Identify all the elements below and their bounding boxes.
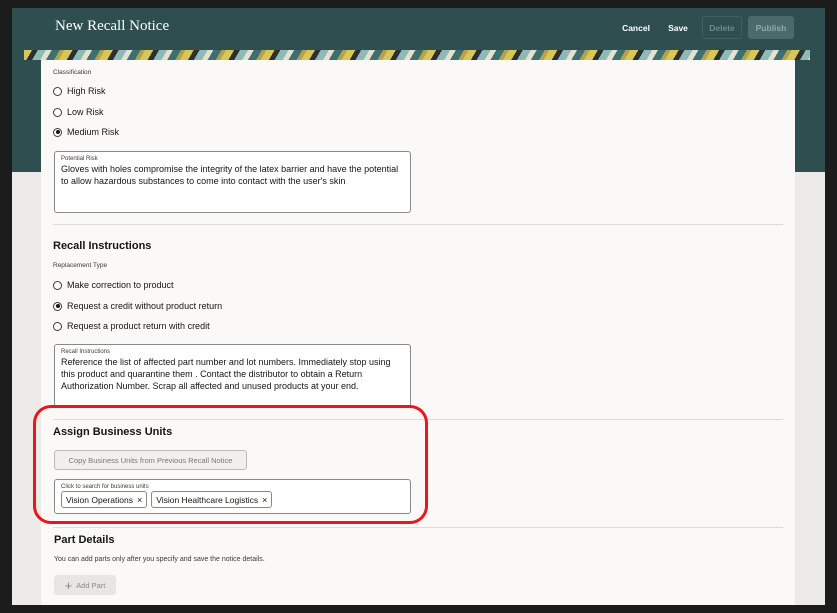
radio-return-with-credit[interactable]: Request a product return with credit (53, 321, 210, 331)
radio-circle-icon (53, 86, 62, 96)
potential-risk-value: Gloves with holes compromise the integri… (61, 164, 399, 186)
plus-icon: + (64, 577, 73, 593)
tag-label: Vision Healthcare Logistics (156, 494, 259, 505)
add-part-button[interactable]: + Add Part (54, 575, 116, 595)
radio-high-risk[interactable]: High Risk (53, 86, 106, 96)
section-divider (53, 224, 783, 225)
section-divider (53, 419, 783, 420)
radio-label: Make correction to product (67, 280, 174, 290)
recall-instructions-value: Reference the list of affected part numb… (61, 357, 391, 391)
remove-tag-icon[interactable]: × (137, 495, 142, 505)
radio-label: High Risk (67, 86, 106, 96)
add-part-label: Add Part (76, 580, 106, 590)
form-card: Classification High Risk Low Risk Medium… (41, 60, 795, 605)
part-details-heading: Part Details (54, 534, 115, 546)
publish-button[interactable]: Publish (748, 16, 794, 39)
radio-make-correction[interactable]: Make correction to product (53, 280, 174, 290)
radio-credit-without-return[interactable]: Request a credit without product return (53, 301, 222, 311)
recall-instructions-heading: Recall Instructions (53, 240, 152, 252)
section-divider (53, 527, 783, 528)
business-unit-tag: Vision Healthcare Logistics × (151, 491, 273, 508)
remove-tag-icon[interactable]: × (262, 495, 267, 505)
radio-low-risk[interactable]: Low Risk (53, 107, 104, 117)
tag-list: Vision Operations × Vision Healthcare Lo… (61, 491, 404, 508)
radio-selected-icon (53, 301, 62, 311)
business-units-search-field[interactable]: Click to search for business units Visio… (54, 479, 411, 514)
radio-circle-icon (53, 280, 62, 290)
recall-instructions-field[interactable]: Recall Instructions Reference the list o… (54, 344, 411, 407)
potential-risk-field[interactable]: Potential Risk Gloves with holes comprom… (54, 151, 411, 213)
recall-instructions-label: Recall Instructions (61, 349, 111, 355)
radio-label: Medium Risk (67, 127, 120, 137)
copy-business-units-button[interactable]: Copy Business Units from Previous Recall… (54, 450, 247, 470)
business-units-search-label: Click to search for business units (61, 484, 149, 490)
radio-circle-icon (53, 321, 62, 331)
save-button[interactable]: Save (661, 16, 695, 39)
potential-risk-label: Potential Risk (61, 156, 98, 162)
business-unit-tag: Vision Operations × (61, 491, 148, 508)
cancel-button[interactable]: Cancel (614, 16, 658, 39)
part-details-hint: You can add parts only after you specify… (54, 556, 265, 563)
radio-medium-risk[interactable]: Medium Risk (53, 127, 119, 137)
radio-label: Low Risk (67, 107, 104, 117)
radio-selected-icon (53, 127, 62, 137)
app-window: New Recall Notice Cancel Save Delete Pub… (12, 8, 825, 605)
radio-circle-icon (53, 107, 62, 117)
page-title: New Recall Notice (55, 18, 170, 34)
tag-label: Vision Operations (66, 494, 133, 505)
assign-business-units-heading: Assign Business Units (53, 426, 173, 438)
classification-label: Classification (53, 69, 92, 76)
decorative-banner (24, 50, 810, 60)
delete-button[interactable]: Delete (702, 16, 742, 39)
radio-label: Request a product return with credit (67, 321, 210, 331)
radio-label: Request a credit without product return (67, 301, 223, 311)
replacement-type-label: Replacement Type (53, 262, 108, 269)
